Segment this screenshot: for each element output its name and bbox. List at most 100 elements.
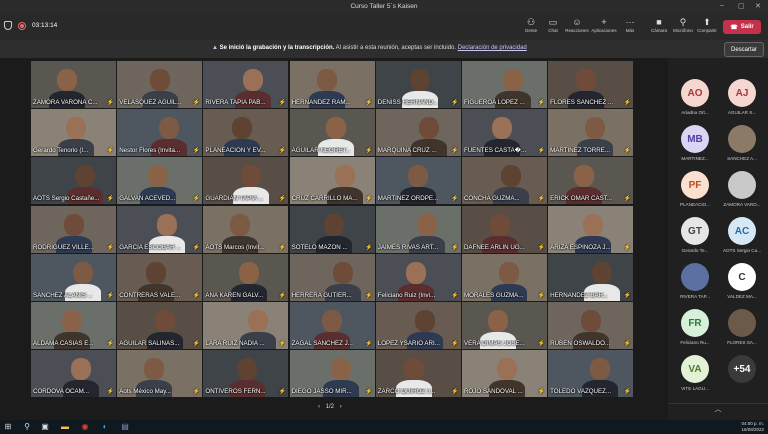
participant-tile[interactable]: AGUILAR NEGRET... ⚡ bbox=[289, 109, 375, 157]
participant-tile[interactable]: RODRIGUEZ VILLE... ⚡ bbox=[31, 205, 116, 253]
participant-tile[interactable]: DENISS HERNÁND... ⚡ bbox=[375, 61, 461, 108]
participant-video bbox=[64, 213, 84, 236]
participant-tile[interactable]: SOTELO MAZON ... ⚡ bbox=[289, 205, 375, 253]
participant-tile[interactable]: VELASQUEZ AGUIL... ⚡ bbox=[117, 61, 203, 108]
participant-tile[interactable]: AOTS Sergio Castañe... ⚡ bbox=[31, 157, 116, 205]
next-page-button[interactable]: › bbox=[340, 404, 342, 410]
more-button[interactable]: ··· Más bbox=[617, 16, 643, 33]
chrome-icon[interactable]: ◉ bbox=[80, 422, 90, 432]
prev-page-button[interactable]: ‹ bbox=[318, 404, 320, 410]
windows-start-icon[interactable]: ⊞ bbox=[3, 422, 13, 432]
maximize-button[interactable]: ▢ bbox=[738, 2, 745, 10]
participant-tile[interactable]: CONTRERAS VALE... ⚡ bbox=[117, 253, 203, 301]
participant-name: LARA RUIZ NADIA ... bbox=[205, 339, 265, 347]
participant-tile[interactable]: ZARCO QUIROZ J... ⚡ bbox=[375, 350, 461, 398]
share-button[interactable]: ⬆ Compartir bbox=[694, 16, 720, 33]
participant-tile[interactable]: PLANEACIÓN Y EV... ⚡ bbox=[203, 109, 289, 157]
participant-tile[interactable]: DIEGO JASSO MIR... ⚡ bbox=[289, 350, 375, 398]
close-window-button[interactable]: ✕ bbox=[755, 2, 761, 10]
mic-muted-icon: ⚡ bbox=[537, 196, 545, 203]
rail-participant[interactable]: VA VITE LAGU... bbox=[672, 350, 718, 391]
participant-tile[interactable]: CRUZ CARRILLO MA... ⚡ bbox=[289, 157, 375, 205]
task-view-icon[interactable]: ▣ bbox=[40, 422, 50, 432]
participant-video bbox=[144, 358, 165, 381]
participant-tile[interactable]: ZAGAL SANCHEZ J... ⚡ bbox=[289, 301, 375, 349]
rail-participant[interactable]: SANCHEZ A... bbox=[719, 120, 765, 161]
participant-tile[interactable]: Aots México May... ⚡ bbox=[117, 350, 203, 398]
participant-tile[interactable]: ERICK OMAR CAST... ⚡ bbox=[548, 157, 634, 205]
participant-name: ONTIVEROS FERN... bbox=[205, 388, 266, 396]
participant-tile[interactable]: RIVERA TAPIA PAB... ⚡ bbox=[203, 61, 289, 108]
participant-tile[interactable]: FLORES SANCHEZ ... ⚡ bbox=[548, 61, 634, 108]
participant-video bbox=[232, 117, 253, 140]
participant-tile[interactable]: Nestor Flores (Invita... ⚡ bbox=[117, 109, 203, 157]
minimize-button[interactable]: – bbox=[720, 2, 724, 9]
rail-participant[interactable]: PF PLANEACIO... bbox=[672, 166, 718, 207]
microphone-button[interactable]: ⚲ Micrófono bbox=[670, 16, 696, 33]
rail-participant[interactable]: FLORES SA... bbox=[719, 304, 765, 345]
participant-tile[interactable]: HERNANDEZ RAM... ⚡ bbox=[289, 61, 375, 108]
participant-tile[interactable]: ARIZA ESPINOZA J... ⚡ bbox=[548, 205, 634, 253]
participant-tile[interactable]: LARA RUIZ NADIA ... ⚡ bbox=[203, 301, 289, 349]
rail-participant[interactable]: GT Gerardo Te... bbox=[672, 212, 718, 253]
participant-tile[interactable]: HERNANDEZ BAR... ⚡ bbox=[548, 253, 634, 301]
rail-participant[interactable]: C VALDEZ MA... bbox=[719, 258, 765, 299]
rail-participant[interactable]: MB MARTINEZ... bbox=[672, 120, 718, 161]
participant-tile[interactable]: ROJO SANDOVAL ... ⚡ bbox=[461, 350, 547, 398]
more-participants-button[interactable]: +54 bbox=[719, 350, 765, 386]
mic-muted-icon: ⚡ bbox=[537, 340, 545, 347]
privacy-link[interactable]: Declaración de privacidad bbox=[458, 45, 527, 51]
rail-participant[interactable]: ZAMORA VARO... bbox=[719, 166, 765, 207]
participant-tile[interactable]: DAFNEE ARLIN UG... ⚡ bbox=[461, 205, 547, 253]
teams-icon[interactable]: ▤ bbox=[120, 422, 130, 432]
participant-tile[interactable]: FIGUEROA LOPEZ ... ⚡ bbox=[461, 61, 547, 108]
participant-name: MARTINEZ ORDPE... bbox=[377, 195, 439, 203]
dismiss-button[interactable]: Descartar bbox=[724, 42, 764, 57]
participant-tile[interactable]: ALDAMA CASIAS E... ⚡ bbox=[31, 301, 116, 349]
participant-tile[interactable]: GARCIA ESCOBAR ... ⚡ bbox=[117, 205, 203, 253]
participant-tile[interactable]: MARTINEZ ORDPE... ⚡ bbox=[375, 157, 461, 205]
file-explorer-icon[interactable]: ▬ bbox=[60, 422, 70, 432]
participant-tile[interactable]: ONTIVEROS FERN... ⚡ bbox=[203, 350, 289, 398]
participant-tile[interactable]: LOPEZ YSARIO ARI... ⚡ bbox=[375, 301, 461, 349]
participant-name: GALVAN ACEVED... bbox=[119, 195, 176, 203]
rail-participant[interactable]: AC AOTS Sergio Ca... bbox=[719, 212, 765, 253]
participant-tile[interactable]: MORALES GUZMA... ⚡ bbox=[461, 253, 547, 301]
rail-participant[interactable]: FR Feliciano Ru... bbox=[672, 304, 718, 345]
camera-button[interactable]: ■ Cámara bbox=[646, 16, 672, 33]
window-title: Curso Taller 5´s Kaisen bbox=[350, 3, 418, 10]
participant-tile[interactable]: AOTS Marcos (Invit... ⚡ bbox=[203, 205, 289, 253]
participant-tile[interactable]: MARTINEZ TORRE... ⚡ bbox=[548, 109, 634, 157]
participant-tile[interactable]: ZAMORA VARONA C... ⚡ bbox=[31, 61, 116, 108]
edge-icon[interactable]: ◐ bbox=[100, 422, 110, 432]
participant-tile[interactable]: AGUILAR SALINAS... ⚡ bbox=[117, 301, 203, 349]
chat-button[interactable]: ▭ Chat bbox=[540, 16, 566, 33]
participant-tile[interactable]: RUBEN OSWALDO... ⚡ bbox=[548, 301, 634, 349]
participant-tile[interactable]: CONCHA GUZMA... ⚡ bbox=[461, 157, 547, 205]
participant-tile[interactable]: HERRERA GUTIER... ⚡ bbox=[289, 253, 375, 301]
participant-tile[interactable]: Feliciano Ruiz (Invi... ⚡ bbox=[375, 253, 461, 301]
rail-participant[interactable]: AO Ariadna Ort... bbox=[672, 74, 718, 115]
apps-button[interactable]: + Aplicaciones bbox=[591, 16, 617, 33]
rail-participant[interactable]: RIVERA TAP... bbox=[672, 258, 718, 299]
search-icon[interactable]: ⚲ bbox=[22, 422, 32, 432]
participant-tile[interactable]: SANCHEZ ALANIS ... ⚡ bbox=[31, 253, 116, 301]
participant-tile[interactable]: MARQUINA CRUZ ... ⚡ bbox=[375, 109, 461, 157]
avatar bbox=[728, 309, 756, 337]
rail-participant-name: AOTS Sergio Ca... bbox=[722, 248, 762, 253]
participant-tile[interactable]: VERA DIMAS JOSE... ⚡ bbox=[461, 301, 547, 349]
participant-tile[interactable]: ANA KAREN GALV... ⚡ bbox=[203, 253, 289, 301]
participant-name: ARIZA ESPINOZA J... bbox=[550, 243, 611, 251]
leave-button[interactable]: ☎ Salir bbox=[723, 20, 761, 34]
chevron-up-icon[interactable]: ︿ bbox=[668, 403, 768, 418]
participant-tile[interactable]: CORDOVA OCAM... ⚡ bbox=[31, 350, 116, 398]
participant-tile[interactable]: Gerardo Tenorio (I... ⚡ bbox=[31, 109, 116, 157]
participant-tile[interactable]: GUARDIAN TAPIA ... ⚡ bbox=[203, 157, 289, 205]
participant-name: Aots México May... bbox=[119, 388, 171, 396]
participant-tile[interactable]: GALVAN ACEVED... ⚡ bbox=[117, 157, 203, 205]
participant-tile[interactable]: TOLEDO VAZQUEZ... ⚡ bbox=[548, 350, 634, 398]
participant-tile[interactable]: FUENTES CASTA�... ⚡ bbox=[461, 109, 547, 157]
rail-participant[interactable]: AJ AGUILAR S... bbox=[719, 74, 765, 115]
participant-tile[interactable]: JAIMES RIVAS ART... ⚡ bbox=[375, 205, 461, 253]
reactions-button[interactable]: ☺ Reacciones bbox=[564, 16, 590, 33]
